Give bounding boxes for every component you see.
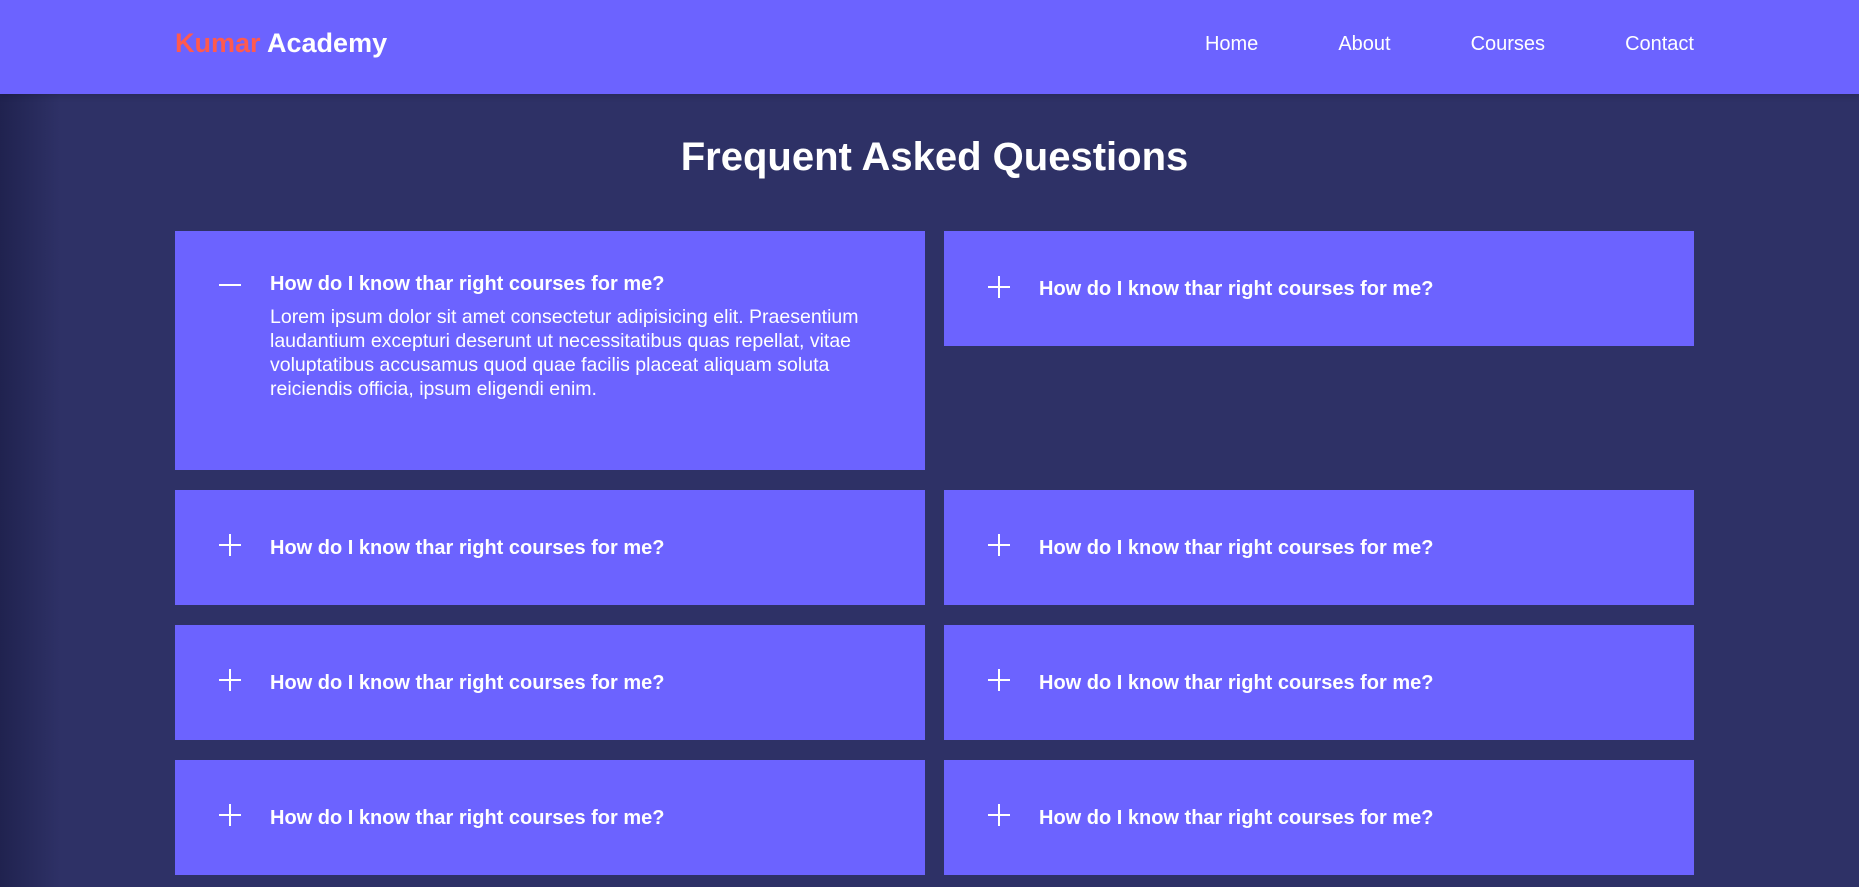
faq-item-expanded[interactable]: How do I know thar right courses for me?… [175,231,925,470]
faq-question: How do I know thar right courses for me? [270,537,665,559]
faq-question: How do I know thar right courses for me? [270,672,665,694]
brand-name-first: Kumar [175,28,261,58]
faq-item[interactable]: How do I know thar right courses for me? [944,760,1694,875]
faq-item[interactable]: How do I know thar right courses for me? [944,490,1694,605]
faq-question: How do I know thar right courses for me? [270,273,665,295]
faq-question: How do I know thar right courses for me? [270,807,665,829]
nav-link-home[interactable]: Home [1205,30,1258,58]
faq-question: How do I know thar right courses for me? [1039,807,1434,829]
plus-icon[interactable] [219,669,241,691]
faq-question: How do I know thar right courses for me? [1039,672,1434,694]
plus-icon[interactable] [988,276,1010,298]
brand-name-second: Academy [267,28,388,58]
nav-links: Home About Courses Contact [1205,30,1694,58]
plus-icon[interactable] [988,804,1010,826]
nav-link-courses[interactable]: Courses [1471,30,1545,58]
faq-item[interactable]: How do I know thar right courses for me? [175,760,925,875]
nav-link-contact[interactable]: Contact [1625,30,1694,58]
plus-icon[interactable] [988,669,1010,691]
plus-icon[interactable] [219,804,241,826]
faq-item[interactable]: How do I know thar right courses for me? [175,490,925,605]
faq-item[interactable]: How do I know thar right courses for me? [175,625,925,740]
faq-item[interactable]: How do I know thar right courses for me? [944,231,1694,346]
faq-question: How do I know thar right courses for me? [1039,537,1434,559]
faq-item[interactable]: How do I know thar right courses for me? [944,625,1694,740]
minus-icon[interactable] [219,274,241,296]
faq-question: How do I know thar right courses for me? [1039,278,1434,300]
faq-answer: Lorem ipsum dolor sit amet consectetur a… [270,306,859,400]
plus-icon[interactable] [219,534,241,556]
faq-title: Frequent Asked Questions [680,135,1189,179]
nav-link-about[interactable]: About [1338,30,1390,58]
plus-icon[interactable] [988,534,1010,556]
brand-logo[interactable]: Kumar Academy [175,26,387,60]
navbar: Kumar Academy Home About Courses Contact [0,0,1859,94]
